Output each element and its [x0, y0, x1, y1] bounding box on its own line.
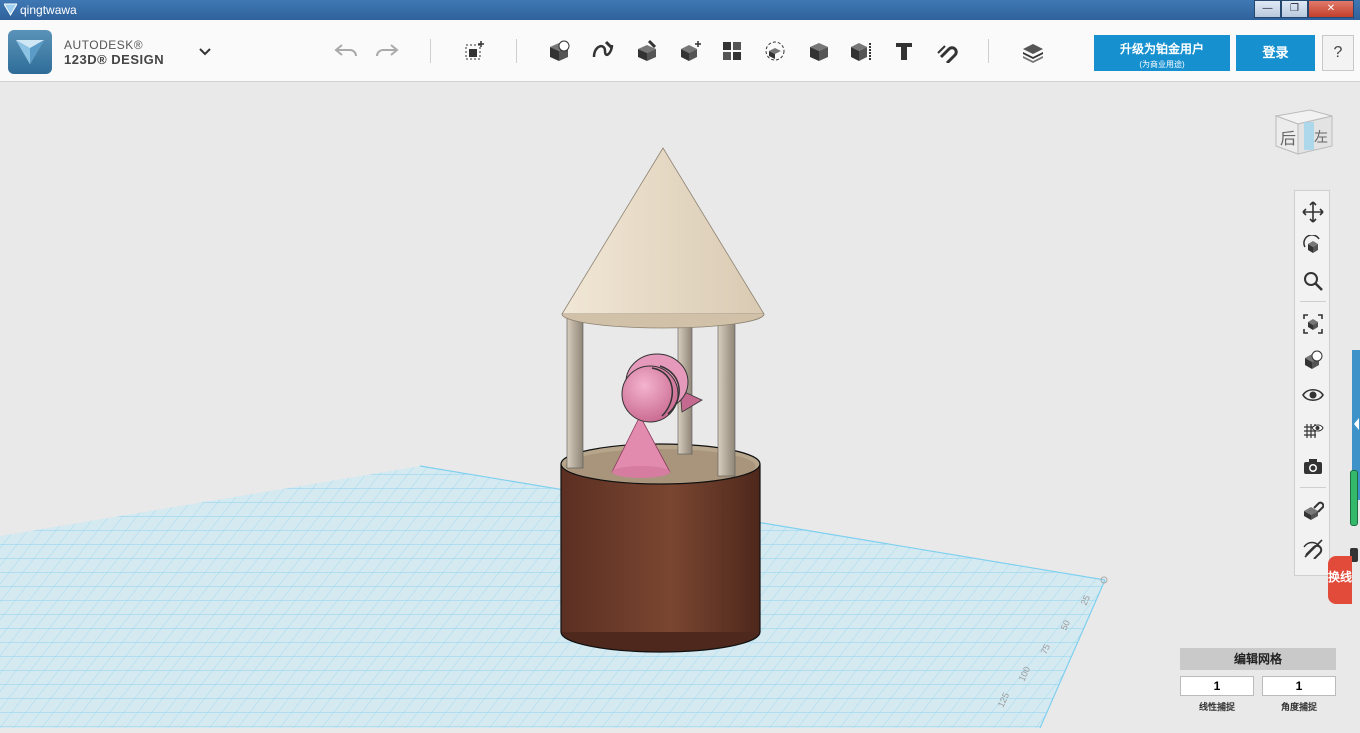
text-tool-icon[interactable] [891, 38, 917, 64]
maximize-button[interactable]: ❐ [1281, 0, 1308, 18]
pan-icon[interactable] [1300, 199, 1326, 225]
snap-toggle-icon[interactable] [1300, 497, 1326, 523]
navigation-bar [1294, 190, 1330, 576]
linear-snap-input[interactable] [1180, 676, 1254, 696]
window-title: qingtwawa [20, 3, 77, 17]
viewcube-face-back: 后 [1280, 129, 1296, 148]
pole [566, 315, 584, 469]
brand-autodesk: AUTODESK® [64, 38, 144, 52]
change-line-badge[interactable]: 换线 [1328, 556, 1352, 604]
app-logo-icon [16, 40, 44, 64]
3d-viewport[interactable]: 25 50 75 100 125 后 左 [0, 82, 1360, 729]
viewcube-face-left: 左 [1314, 130, 1328, 146]
hide-snap-icon[interactable] [1300, 535, 1326, 561]
grouping-icon[interactable] [719, 38, 745, 64]
edit-grid-button[interactable]: 编辑网格 [1180, 648, 1336, 670]
panel-arrow-icon[interactable] [1354, 418, 1359, 430]
combine-icon[interactable] [762, 38, 788, 64]
text-icon[interactable] [848, 38, 874, 64]
pattern-icon[interactable] [677, 38, 703, 64]
app-logo-icon [4, 3, 17, 16]
roof-cone[interactable] [561, 147, 765, 329]
zoom-icon[interactable] [1300, 268, 1326, 294]
view-cube[interactable]: 后 左 [1270, 106, 1336, 162]
modify-icon[interactable] [634, 38, 660, 64]
pole [717, 315, 736, 477]
help-button[interactable]: ? [1322, 35, 1354, 71]
login-button[interactable]: 登录 [1236, 35, 1315, 71]
app-menu-button[interactable] [8, 30, 52, 74]
linear-snap-label: 线性捕捉 [1198, 702, 1235, 712]
app-menu-chevron-icon[interactable] [192, 38, 218, 64]
snap-icon[interactable] [934, 38, 960, 64]
main-toolbar: AUTODESK® 123D® DESIGN 升级为铂金用户 (为商业用途) 登… [0, 20, 1360, 82]
angle-snap-label: 角度捕捉 [1280, 702, 1317, 712]
orbit-icon[interactable] [1300, 233, 1326, 259]
angle-snap-input[interactable] [1262, 676, 1336, 696]
edit-grid-panel: 编辑网格 线性捕捉 角度捕捉 [1180, 648, 1336, 718]
upgrade-sublabel: (为商业用途) [1139, 60, 1185, 69]
upgrade-button[interactable]: 升级为铂金用户 (为商业用途) [1094, 35, 1230, 71]
grid-visibility-icon[interactable] [1300, 417, 1326, 443]
close-button[interactable]: ✕ [1308, 0, 1354, 18]
visibility-eye-icon[interactable] [1300, 382, 1326, 408]
window-titlebar: qingtwawa — ❐ ✕ [0, 0, 1360, 20]
fit-view-icon[interactable] [1300, 311, 1326, 337]
construct-icon[interactable] [590, 38, 616, 64]
minimize-button[interactable]: — [1254, 0, 1281, 18]
brand-product: 123D® DESIGN [64, 52, 165, 67]
upgrade-label: 升级为铂金用户 [1119, 42, 1204, 56]
camera-icon[interactable] [1300, 453, 1326, 479]
perspective-icon[interactable] [1300, 347, 1326, 373]
side-slider[interactable] [1350, 470, 1358, 526]
measure-icon[interactable] [806, 38, 832, 64]
scene-canvas[interactable]: 25 50 75 100 125 [0, 82, 1360, 729]
redo-icon[interactable] [374, 38, 400, 64]
sketch-icon[interactable] [546, 38, 572, 64]
undo-icon[interactable] [333, 38, 359, 64]
primitives-icon[interactable] [462, 38, 488, 64]
material-icon[interactable] [1020, 38, 1046, 64]
